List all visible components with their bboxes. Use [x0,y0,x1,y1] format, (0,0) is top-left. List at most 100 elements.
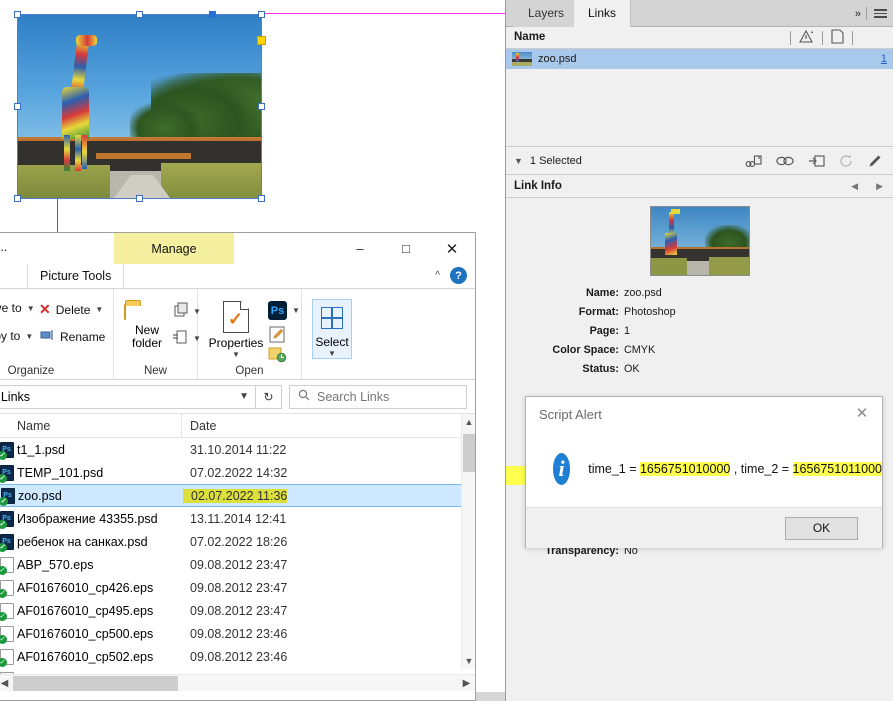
file-date: 09.08.2012 23:46 [190,626,288,641]
ok-button[interactable]: OK [785,516,858,540]
chevron-down-icon[interactable]: ▼ [208,350,264,359]
edit-original-icon[interactable] [868,154,883,168]
table-row[interactable]: Ps✓ Изображение 43355.psd 13.11.2014 12:… [0,507,475,530]
table-row[interactable]: ✓ AF01676010_cp426.eps 09.08.2012 23:47 [0,576,475,599]
handle-top-anchor[interactable] [209,11,216,18]
refresh-icon[interactable] [839,154,854,168]
tab-picture-tools[interactable]: Picture Tools [27,264,125,289]
history-button[interactable] [268,346,287,366]
properties-button[interactable]: ✓ Properties ▼ [208,301,264,359]
link-page-number[interactable]: 1 [881,53,887,65]
handle-middle-left[interactable] [14,103,21,110]
next-link-icon[interactable]: ▶ [876,181,883,192]
message-middle: , time_2 = [730,462,793,476]
column-header-icon-group [790,29,853,47]
help-icon[interactable]: ? [450,267,467,284]
link-list-item[interactable]: zoo.psd 1 [506,49,893,69]
file-list-pane[interactable]: Name Date Ps✓ t1_1.psd 31.10.2014 11:22 … [0,414,475,691]
file-date: 13.11.2014 12:41 [190,511,287,526]
new-folder-button[interactable]: New folder [124,304,170,350]
table-row[interactable]: Ps✓ t1_1.psd 31.10.2014 11:22 [0,438,475,461]
group-label-new: New [143,365,167,377]
collapse-ribbon-icon[interactable]: ^ [435,270,440,281]
handle-middle-right[interactable] [258,103,265,110]
chevron-down-icon[interactable]: ▼ [292,306,300,315]
chevron-down-icon[interactable]: ▼ [27,304,35,313]
handle-top-right[interactable] [258,11,265,18]
scroll-left-icon[interactable]: ◀ [0,675,13,692]
table-row[interactable]: ✓ AF01676010_cp500.eps 09.08.2012 23:46 [0,622,475,645]
hscroll-track[interactable] [13,675,458,692]
column-date[interactable]: Date [182,419,216,433]
handle-bottom-center[interactable] [136,195,143,202]
column-name[interactable]: Name [0,414,182,438]
page-number-icon[interactable] [831,29,844,47]
handle-top-left[interactable] [14,11,21,18]
panel-menu-icon[interactable] [874,9,887,18]
table-row[interactable]: Ps✓ TEMP_101.psd 07.02.2022 14:32 [0,461,475,484]
table-row-selected[interactable]: Ps ✓ zoo.psd 02.07.2022 11:36 [0,484,475,507]
file-list-scrollbar[interactable]: ▲ ▼ [461,414,475,669]
select-all-icon [321,307,343,329]
expand-panels-icon[interactable]: » [855,8,861,20]
selection-frame[interactable] [17,14,262,199]
maximize-button[interactable]: □ [383,233,429,264]
breadcrumb-item-links[interactable]: Links [1,390,30,404]
chevron-down-icon[interactable]: ▼ [25,332,33,341]
file-scroll-thumb[interactable] [463,434,475,472]
chevron-down-icon[interactable]: ▼ [514,156,523,166]
status-warning-icon[interactable] [799,29,814,47]
explorer-title-bar[interactable]: D:\Dropbox\Kasyan\... Manage – □ ✕ [0,233,475,264]
scroll-right-icon[interactable]: ▶ [458,675,475,692]
file-name: AF01676010_cp426.eps [17,580,154,595]
divider [852,31,853,45]
links-toolbar [745,147,883,175]
search-input[interactable]: Search Links [289,384,467,409]
script-alert-dialog[interactable]: Script Alert ✕ i time_1 = 1656751010000 … [525,396,883,548]
move-to-label: Move to [0,301,22,315]
breadcrumb[interactable]: « Paralleli_5 ▸ Links ▼ [0,384,256,409]
previous-link-icon[interactable]: ◀ [851,181,858,192]
horizontal-scrollbar[interactable]: ◀ ▶ [0,674,475,691]
chevron-down-icon[interactable]: ▼ [328,349,336,358]
link-info-nav: ◀ ▶ [851,181,883,192]
eps-file-icon: ✓ [0,625,17,644]
table-row[interactable]: ✓ AF01676010_cp495.eps 09.08.2012 23:47 [0,599,475,622]
copy-to-button[interactable]: Copy to ▼ [0,329,33,343]
handle-corner-options[interactable] [257,36,266,45]
table-row[interactable]: ✓ AF01676010_cp502.eps 09.08.2012 23:46 [0,645,475,668]
close-icon[interactable]: ✕ [850,402,874,424]
table-row[interactable]: ✓ ABP_570.eps 09.08.2012 23:47 [0,553,475,576]
window-title: D:\Dropbox\Kasyan\... [0,240,8,254]
tab-manage[interactable]: Manage [114,233,234,264]
chevron-down-icon[interactable]: ▼ [95,305,103,314]
easy-access-button[interactable]: ▼ [172,329,201,348]
scroll-down-icon[interactable]: ▼ [462,653,475,669]
tab-layers[interactable]: Layers [514,0,580,27]
close-button[interactable]: ✕ [429,233,475,264]
tab-links[interactable]: Links [574,0,632,27]
update-link-icon[interactable] [808,154,825,168]
minimize-button[interactable]: – [337,233,383,264]
table-row[interactable]: Ps✓ ребенок на санках.psd 07.02.2022 18:… [0,530,475,553]
handle-top-center[interactable] [136,11,143,18]
handle-bottom-left[interactable] [14,195,21,202]
relink-icon[interactable] [745,154,762,169]
delete-button[interactable]: ✕ Delete ▼ [39,301,103,318]
new-item-button[interactable]: ▼ [172,302,201,321]
chevron-down-icon[interactable]: ▼ [239,391,249,402]
edit-button[interactable] [268,325,287,347]
refresh-button[interactable]: ↻ [256,384,282,409]
hscroll-thumb[interactable] [13,675,178,691]
file-explorer-window[interactable]: D:\Dropbox\Kasyan\... Manage – □ ✕ Share… [0,232,476,701]
tab-view[interactable]: View [0,264,6,289]
go-to-link-icon[interactable] [776,155,794,167]
select-button[interactable]: Select ▼ [312,299,352,359]
move-to-button[interactable]: Move to ▼ [0,301,35,315]
scroll-up-icon[interactable]: ▲ [462,414,475,430]
open-with-photoshop-button[interactable]: Ps ▼ [268,301,300,320]
address-bar: « Paralleli_5 ▸ Links ▼ ↻ Search Links [0,380,475,414]
handle-bottom-right[interactable] [258,195,265,202]
rename-button[interactable]: Rename [39,329,105,344]
field-label: Page: [589,325,619,337]
